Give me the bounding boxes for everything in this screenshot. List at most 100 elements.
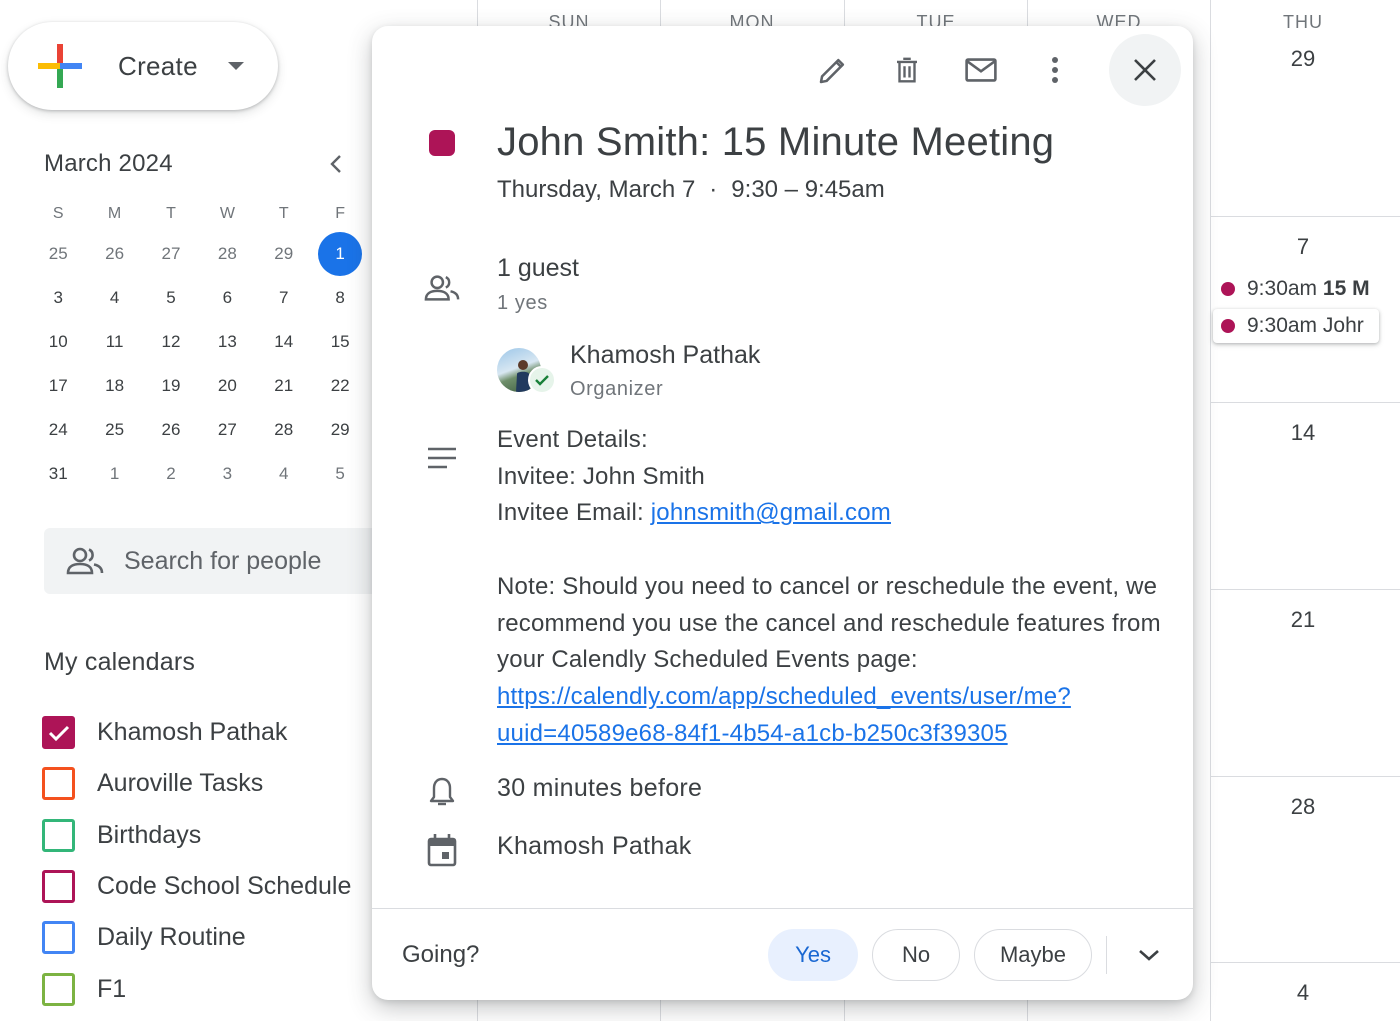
day-number[interactable]: 4	[1253, 980, 1353, 1006]
mini-calendar-day[interactable]: 8	[312, 276, 368, 320]
mini-calendar-day[interactable]: 26	[86, 232, 142, 276]
rsvp-maybe-button[interactable]: Maybe	[974, 928, 1092, 981]
calendar-name: Khamosh Pathak	[97, 718, 288, 747]
mini-calendar-day[interactable]: 25	[30, 232, 86, 276]
mini-calendar-day[interactable]: 29	[312, 408, 368, 452]
mini-calendar-day[interactable]: 21	[256, 364, 312, 408]
calendar-checkbox[interactable]	[42, 921, 75, 955]
invitee-email-link[interactable]: johnsmith@gmail.com	[651, 499, 891, 526]
calendar-item[interactable]: Khamosh Pathak	[42, 707, 351, 758]
rsvp-no-button[interactable]: No	[872, 928, 960, 981]
mini-calendar-day[interactable]: 4	[256, 452, 312, 496]
mini-calendar-day[interactable]: 27	[199, 408, 255, 452]
description-line: Event Details:	[497, 426, 648, 453]
mini-calendar-day[interactable]: 19	[143, 364, 199, 408]
mini-calendar-day[interactable]: 7	[256, 276, 312, 320]
mini-calendar: March 2024 S M T W T F 25 26 27 28 29 1 3 4 5 6 7 8 10 11 12…	[30, 140, 370, 496]
rsvp-bar: Going? Yes No Maybe	[372, 908, 1193, 1000]
day-number: 21	[274, 376, 294, 395]
mini-calendar-day[interactable]: 26	[143, 408, 199, 452]
organizer-name[interactable]: Khamosh Pathak	[570, 341, 760, 370]
mini-calendar-day[interactable]: 22	[312, 364, 368, 408]
calendar-item[interactable]: Daily Routine	[42, 912, 351, 963]
create-button[interactable]: Create	[8, 22, 278, 110]
day-number: 7	[279, 288, 289, 307]
mini-calendar-day[interactable]: 3	[30, 276, 86, 320]
day-number[interactable]: 14	[1253, 420, 1353, 446]
close-button[interactable]	[1109, 34, 1181, 106]
mini-calendar-day[interactable]: 28	[256, 408, 312, 452]
mini-calendar-day[interactable]: 14	[256, 320, 312, 364]
day-number[interactable]: 21	[1253, 607, 1353, 633]
chevron-left-icon[interactable]	[316, 144, 356, 184]
caret-down-icon[interactable]	[227, 62, 244, 70]
calendar-item[interactable]: F1	[42, 963, 351, 1014]
day-number: 27	[217, 420, 237, 439]
weekday-label: M	[107, 205, 122, 222]
day-number[interactable]: 7	[1253, 234, 1353, 260]
mini-calendar-day[interactable]: 11	[86, 320, 142, 364]
day-number: 26	[105, 244, 125, 263]
mini-calendar-day[interactable]: 5	[143, 276, 199, 320]
event-date: Thursday, March 7	[497, 176, 696, 203]
email-guests-button[interactable]	[945, 34, 1017, 106]
edit-event-button[interactable]	[797, 34, 869, 106]
search-people-input[interactable]: Search for people	[44, 528, 384, 594]
mini-calendar-day[interactable]: 10	[30, 320, 86, 364]
mini-calendar-day[interactable]: 18	[86, 364, 142, 408]
mini-calendar-day[interactable]: 3	[199, 452, 255, 496]
rsvp-options-button[interactable]	[1119, 925, 1179, 985]
day-number: 28	[217, 244, 237, 263]
mini-calendar-day[interactable]: 24	[30, 408, 86, 452]
delete-event-button[interactable]	[871, 34, 943, 106]
mini-calendar-day[interactable]: 1	[312, 232, 368, 276]
calendly-link-cont[interactable]: uuid=40589e68-84f1-4b54-a1cb-b250c3f3930…	[497, 720, 1008, 747]
mini-calendar-day[interactable]: 20	[199, 364, 255, 408]
mini-calendar-day[interactable]: 27	[143, 232, 199, 276]
mini-calendar-day[interactable]: 31	[30, 452, 86, 496]
day-number: 19	[161, 376, 181, 395]
mini-calendar-day[interactable]: 15	[312, 320, 368, 364]
mini-calendar-day[interactable]: 2	[143, 452, 199, 496]
event-title: John Smith: 15 Minute Meeting	[497, 120, 1055, 164]
weekday-label: W	[219, 205, 235, 222]
calendly-link[interactable]: https://calendly.com/app/scheduled_event…	[497, 683, 1071, 710]
event-datetime: Thursday, March 7 · 9:30 – 9:45am	[497, 176, 885, 204]
more-options-button[interactable]	[1019, 34, 1091, 106]
mini-calendar-day[interactable]: 6	[199, 276, 255, 320]
day-number[interactable]: 29	[1253, 46, 1353, 72]
mini-calendar-day[interactable]: 25	[86, 408, 142, 452]
event-chip-title: Johr	[1322, 314, 1364, 337]
mail-icon	[965, 58, 997, 82]
event-chip[interactable]: 9:30am 15 M	[1213, 272, 1399, 306]
my-calendars-list: Khamosh Pathak Auroville Tasks Birthdays Co…	[42, 707, 351, 1015]
calendar-checkbox[interactable]	[42, 972, 75, 1006]
calendar-item[interactable]: Auroville Tasks	[42, 758, 351, 809]
calendar-checkbox[interactable]	[42, 870, 75, 904]
mini-calendar-day[interactable]: 1	[86, 452, 142, 496]
pencil-icon	[819, 58, 845, 84]
calendar-item[interactable]: Birthdays	[42, 810, 351, 861]
mini-calendar-day[interactable]: 13	[199, 320, 255, 364]
calendar-checkbox[interactable]	[42, 767, 75, 801]
my-calendars-heading[interactable]: My calendars	[44, 648, 195, 677]
calendar-item[interactable]: Code School Schedule	[42, 861, 351, 912]
calendar-checkbox[interactable]	[42, 716, 75, 750]
col-header-thu: THU	[1283, 12, 1323, 32]
event-chip-selected[interactable]: 9:30am Johr	[1213, 309, 1379, 343]
email-label: Invitee Email:	[497, 499, 651, 527]
rsvp-yes-button[interactable]: Yes	[768, 928, 858, 981]
mini-calendar-day[interactable]: 12	[143, 320, 199, 364]
day-number[interactable]: 28	[1253, 794, 1353, 820]
event-chip-title: 15 M	[1322, 277, 1370, 300]
day-number: 22	[330, 376, 350, 395]
mini-calendar-day[interactable]: 4	[86, 276, 142, 320]
mini-calendar-day[interactable]: 17	[30, 364, 86, 408]
day-number: 25	[48, 244, 68, 263]
mini-calendar-day[interactable]: 28	[199, 232, 255, 276]
day-number: 26	[161, 420, 181, 439]
mini-calendar-day[interactable]: 5	[312, 452, 368, 496]
description-note: Note: Should you need to cancel or resch…	[497, 572, 1161, 674]
calendar-checkbox[interactable]	[42, 818, 75, 852]
mini-calendar-day[interactable]: 29	[256, 232, 312, 276]
